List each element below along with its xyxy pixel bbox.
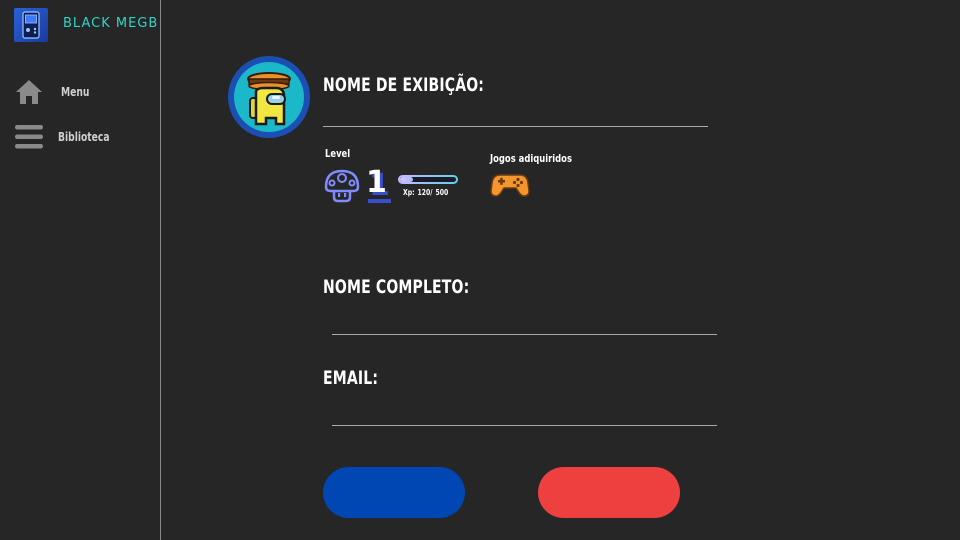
full-name-input[interactable]	[332, 313, 717, 335]
sidebar-item-biblioteca[interactable]: Biblioteca	[14, 123, 110, 151]
sidebar-item-label: Menu	[61, 85, 90, 99]
sidebar-item-label: Biblioteca	[58, 130, 110, 144]
xp-progress-bar	[398, 175, 458, 184]
email-label: EMAIL:	[323, 367, 379, 389]
sidebar-item-menu[interactable]: Menu	[14, 78, 89, 106]
level-underline	[368, 199, 391, 203]
level-label: Level	[325, 147, 351, 160]
mushroom-icon	[324, 169, 360, 203]
avatar[interactable]	[228, 56, 310, 138]
hamburger-menu-icon	[15, 125, 43, 149]
email-input[interactable]	[332, 404, 717, 426]
handheld-console-icon	[14, 8, 48, 42]
crewmate-avatar-icon	[247, 72, 291, 126]
save-button[interactable]	[323, 467, 465, 518]
full-name-label: NOME COMPLETO:	[323, 276, 470, 298]
brand[interactable]: BLACK MEGB	[14, 8, 157, 42]
level-number: 1	[366, 165, 387, 200]
display-name-label: NOME DE EXIBIÇÃO:	[323, 74, 485, 96]
xp-progress-fill	[400, 177, 414, 182]
brand-name: BLACK MEGB	[63, 16, 159, 31]
gamepad-icon[interactable]	[490, 170, 530, 198]
games-acquired-label: Jogos adiquiridos	[490, 152, 572, 165]
home-icon	[16, 80, 42, 104]
cancel-button[interactable]	[538, 467, 680, 518]
xp-text: Xp: 120/ 500	[403, 188, 449, 197]
sidebar: BLACK MEGB Menu Biblioteca	[0, 0, 161, 540]
display-name-input[interactable]	[323, 105, 708, 127]
